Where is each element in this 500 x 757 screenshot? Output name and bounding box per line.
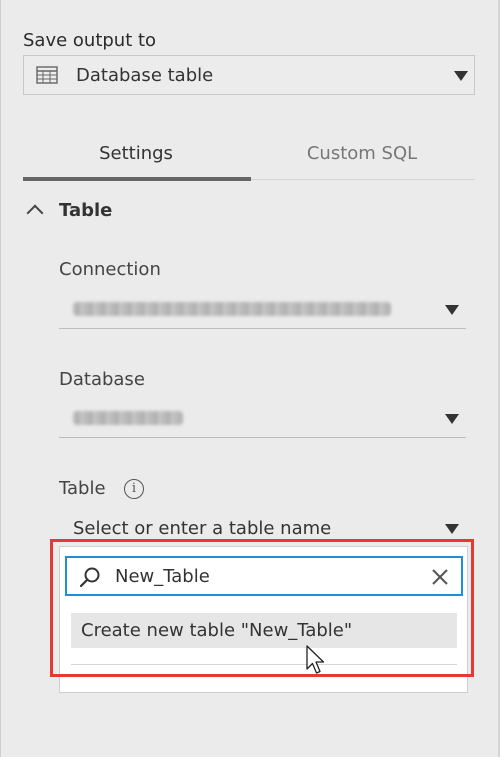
table-icon <box>36 66 58 84</box>
close-icon[interactable] <box>431 568 449 586</box>
table-section-header[interactable]: Table <box>23 196 112 224</box>
info-icon[interactable]: i <box>124 479 144 499</box>
settings-tabs: Settings Custom SQL <box>23 135 475 181</box>
save-output-label: Save output to <box>23 30 157 51</box>
mouse-pointer-icon <box>306 645 325 674</box>
output-settings-panel: Save output to Database table Settings C… <box>0 0 500 757</box>
database-select[interactable] <box>59 401 466 438</box>
chevron-down-icon[interactable] <box>445 524 459 534</box>
section-title: Table <box>59 199 113 221</box>
table-search-input[interactable] <box>115 564 415 588</box>
list-divider <box>71 664 457 665</box>
create-new-table-option[interactable]: Create new table "New_Table" <box>71 613 457 648</box>
chevron-up-icon <box>26 204 44 222</box>
table-label: Table <box>59 478 106 499</box>
connection-select[interactable] <box>59 292 466 329</box>
tab-custom-sql[interactable]: Custom SQL <box>249 135 475 181</box>
chevron-down-icon[interactable] <box>445 414 459 424</box>
table-search-box[interactable] <box>65 556 463 596</box>
chevron-down-icon[interactable] <box>445 305 459 315</box>
table-select-placeholder[interactable]: Select or enter a table name <box>73 518 331 539</box>
connection-label: Connection <box>59 259 161 280</box>
output-type-select[interactable]: Database table <box>23 55 475 95</box>
search-icon <box>79 567 100 588</box>
chevron-down-icon[interactable] <box>454 71 468 81</box>
database-value-redacted <box>73 411 183 425</box>
active-tab-indicator <box>23 177 251 181</box>
database-label: Database <box>59 369 145 390</box>
output-type-value: Database table <box>76 64 214 86</box>
connection-value-redacted <box>73 302 391 316</box>
tab-settings[interactable]: Settings <box>23 135 249 181</box>
